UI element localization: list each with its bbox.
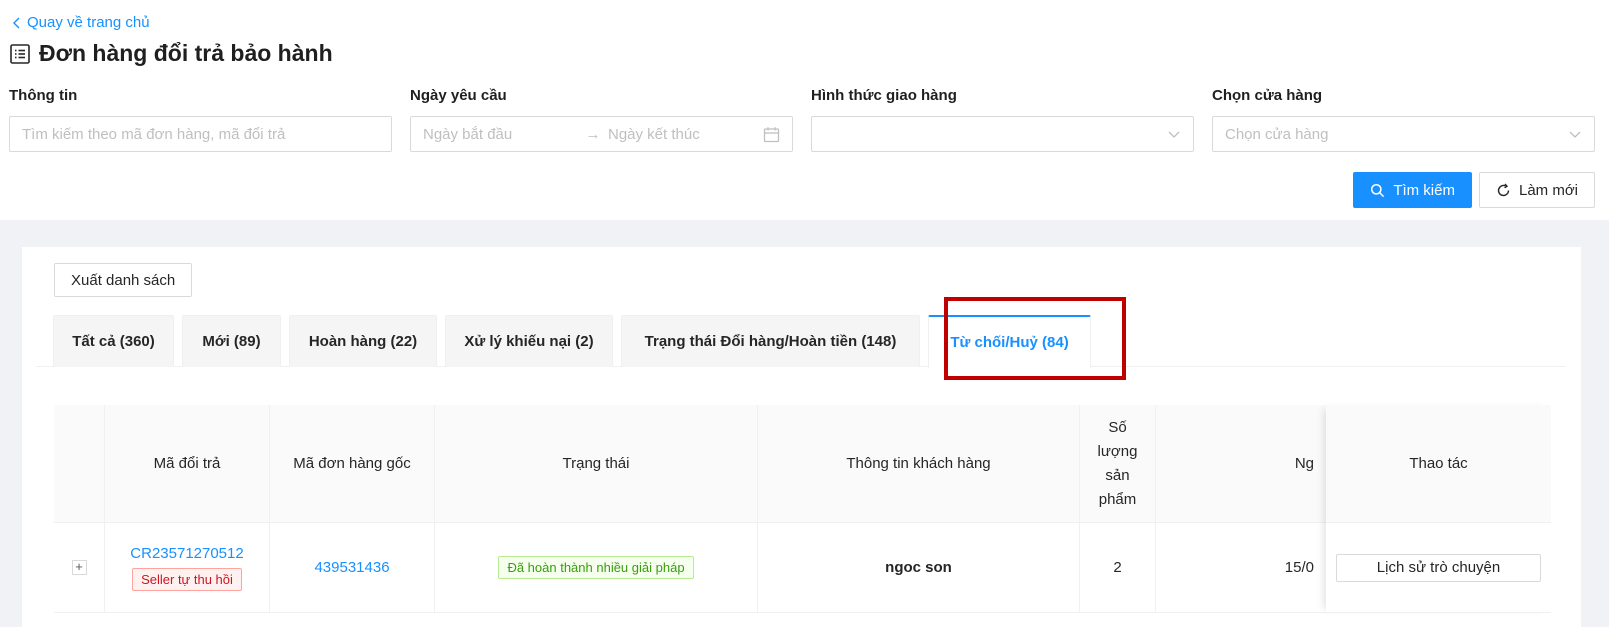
quantity-cell: 2 [1080, 523, 1156, 612]
chevron-down-icon [1168, 131, 1180, 138]
date-value: 15/0 [1284, 559, 1314, 576]
quantity-header: Số lượng sản phẩm [1080, 405, 1156, 522]
search-icon [1371, 183, 1385, 197]
results-card: Xuất danh sách Tất cả (360) Mới (89) Hoà… [22, 247, 1581, 627]
search-button-label: Tìm kiếm [1393, 181, 1455, 199]
status-tabs: Tất cả (360) Mới (89) Hoàn hàng (22) Xử … [36, 315, 1566, 368]
store-label: Chọn cửa hàng [1212, 87, 1323, 104]
fixed-actions-column: Thao tác Lịch sử trò chuyện [1326, 405, 1551, 613]
date-range-picker[interactable]: Ngày bắt đầu → Ngày kết thúc [410, 116, 793, 152]
reset-button-label: Làm mới [1518, 181, 1578, 199]
order-code-link[interactable]: 439531436 [314, 559, 389, 576]
tab-all[interactable]: Tất cả (360) [53, 315, 174, 367]
customer-name: ngoc son [885, 559, 952, 576]
return-tag: Seller tự thu hồi [132, 567, 242, 591]
status-badge: Đã hoàn thành nhiều giải pháp [498, 556, 694, 579]
tab-complaint[interactable]: Xử lý khiếu nại (2) [445, 315, 613, 367]
status-header: Trạng thái [435, 405, 758, 522]
search-button[interactable]: Tìm kiếm [1353, 172, 1472, 208]
actions-header: Thao tác [1326, 405, 1551, 523]
actions-cell: Lịch sử trò chuyện [1326, 523, 1551, 613]
store-filter: Chọn cửa hàng Chọn cửa hàng [1212, 87, 1595, 152]
date-label: Ngày yêu cầu [410, 87, 507, 104]
search-input-placeholder: Tìm kiếm theo mã đơn hàng, mã đổi trả [22, 125, 286, 143]
shipping-select[interactable] [811, 116, 1194, 152]
date-filter: Ngày yêu cầu Ngày bắt đầu → Ngày kết thú… [410, 87, 793, 152]
info-label: Thông tin [9, 87, 78, 104]
expand-cell: + [54, 523, 105, 612]
back-link-label: Quay về trang chủ [27, 14, 150, 31]
store-select-placeholder: Chọn cửa hàng [1225, 125, 1329, 143]
tab-new[interactable]: Mới (89) [182, 315, 281, 367]
info-filter: Thông tin Tìm kiếm theo mã đơn hàng, mã … [9, 87, 392, 152]
return-code-cell: CR23571270512 Seller tự thu hồi [105, 523, 270, 612]
arrow-right-icon: → [585, 125, 601, 143]
order-code-cell: 439531436 [270, 523, 435, 612]
date-start-input[interactable]: Ngày bắt đầu [423, 126, 578, 143]
customer-cell: ngoc son [758, 523, 1080, 612]
filter-actions: Tìm kiếm Làm mới [1353, 172, 1595, 208]
customer-header: Thông tin khách hàng [758, 405, 1080, 522]
reset-button[interactable]: Làm mới [1478, 172, 1595, 208]
return-code-link[interactable]: CR23571270512 [130, 545, 243, 562]
chevron-left-icon [13, 17, 20, 28]
tab-exchange-refund[interactable]: Trạng thái Đổi hàng/Hoàn tiền (148) [621, 315, 920, 367]
expand-column-header [54, 405, 105, 522]
filter-panel: Quay về trang chủ Đơn hàng đổi trả bảo h… [0, 0, 1609, 220]
quantity-value: 2 [1113, 559, 1122, 576]
tab-return[interactable]: Hoàn hàng (22) [289, 315, 437, 367]
status-cell: Đã hoàn thành nhiều giải pháp [435, 523, 758, 612]
filter-row: Thông tin Tìm kiếm theo mã đơn hàng, mã … [9, 87, 1595, 152]
tab-rejected-cancelled[interactable]: Từ chối/Huỷ (84) [928, 315, 1091, 368]
export-list-button[interactable]: Xuất danh sách [54, 263, 193, 297]
order-code-header: Mã đơn hàng gốc [270, 405, 435, 522]
page-title: Đơn hàng đổi trả bảo hành [39, 40, 333, 66]
search-input[interactable]: Tìm kiếm theo mã đơn hàng, mã đổi trả [9, 116, 392, 152]
date-end-input[interactable]: Ngày kết thúc [608, 126, 763, 143]
shipping-label: Hình thức giao hàng [811, 87, 957, 104]
back-link[interactable]: Quay về trang chủ [11, 14, 150, 31]
list-icon [10, 43, 30, 64]
chevron-down-icon [1569, 131, 1581, 138]
shipping-filter: Hình thức giao hàng [811, 87, 1194, 152]
calendar-icon [763, 127, 780, 143]
store-select[interactable]: Chọn cửa hàng [1212, 116, 1595, 152]
chat-history-button[interactable]: Lịch sử trò chuyện [1336, 553, 1541, 582]
page-header: Đơn hàng đổi trả bảo hành [9, 40, 333, 67]
reload-icon [1497, 183, 1510, 196]
expand-row-button[interactable]: + [71, 560, 87, 575]
returns-table: Mã đổi trả Mã đơn hàng gốc Trạng thái Th… [54, 405, 1551, 613]
return-code-header: Mã đổi trả [105, 405, 270, 522]
